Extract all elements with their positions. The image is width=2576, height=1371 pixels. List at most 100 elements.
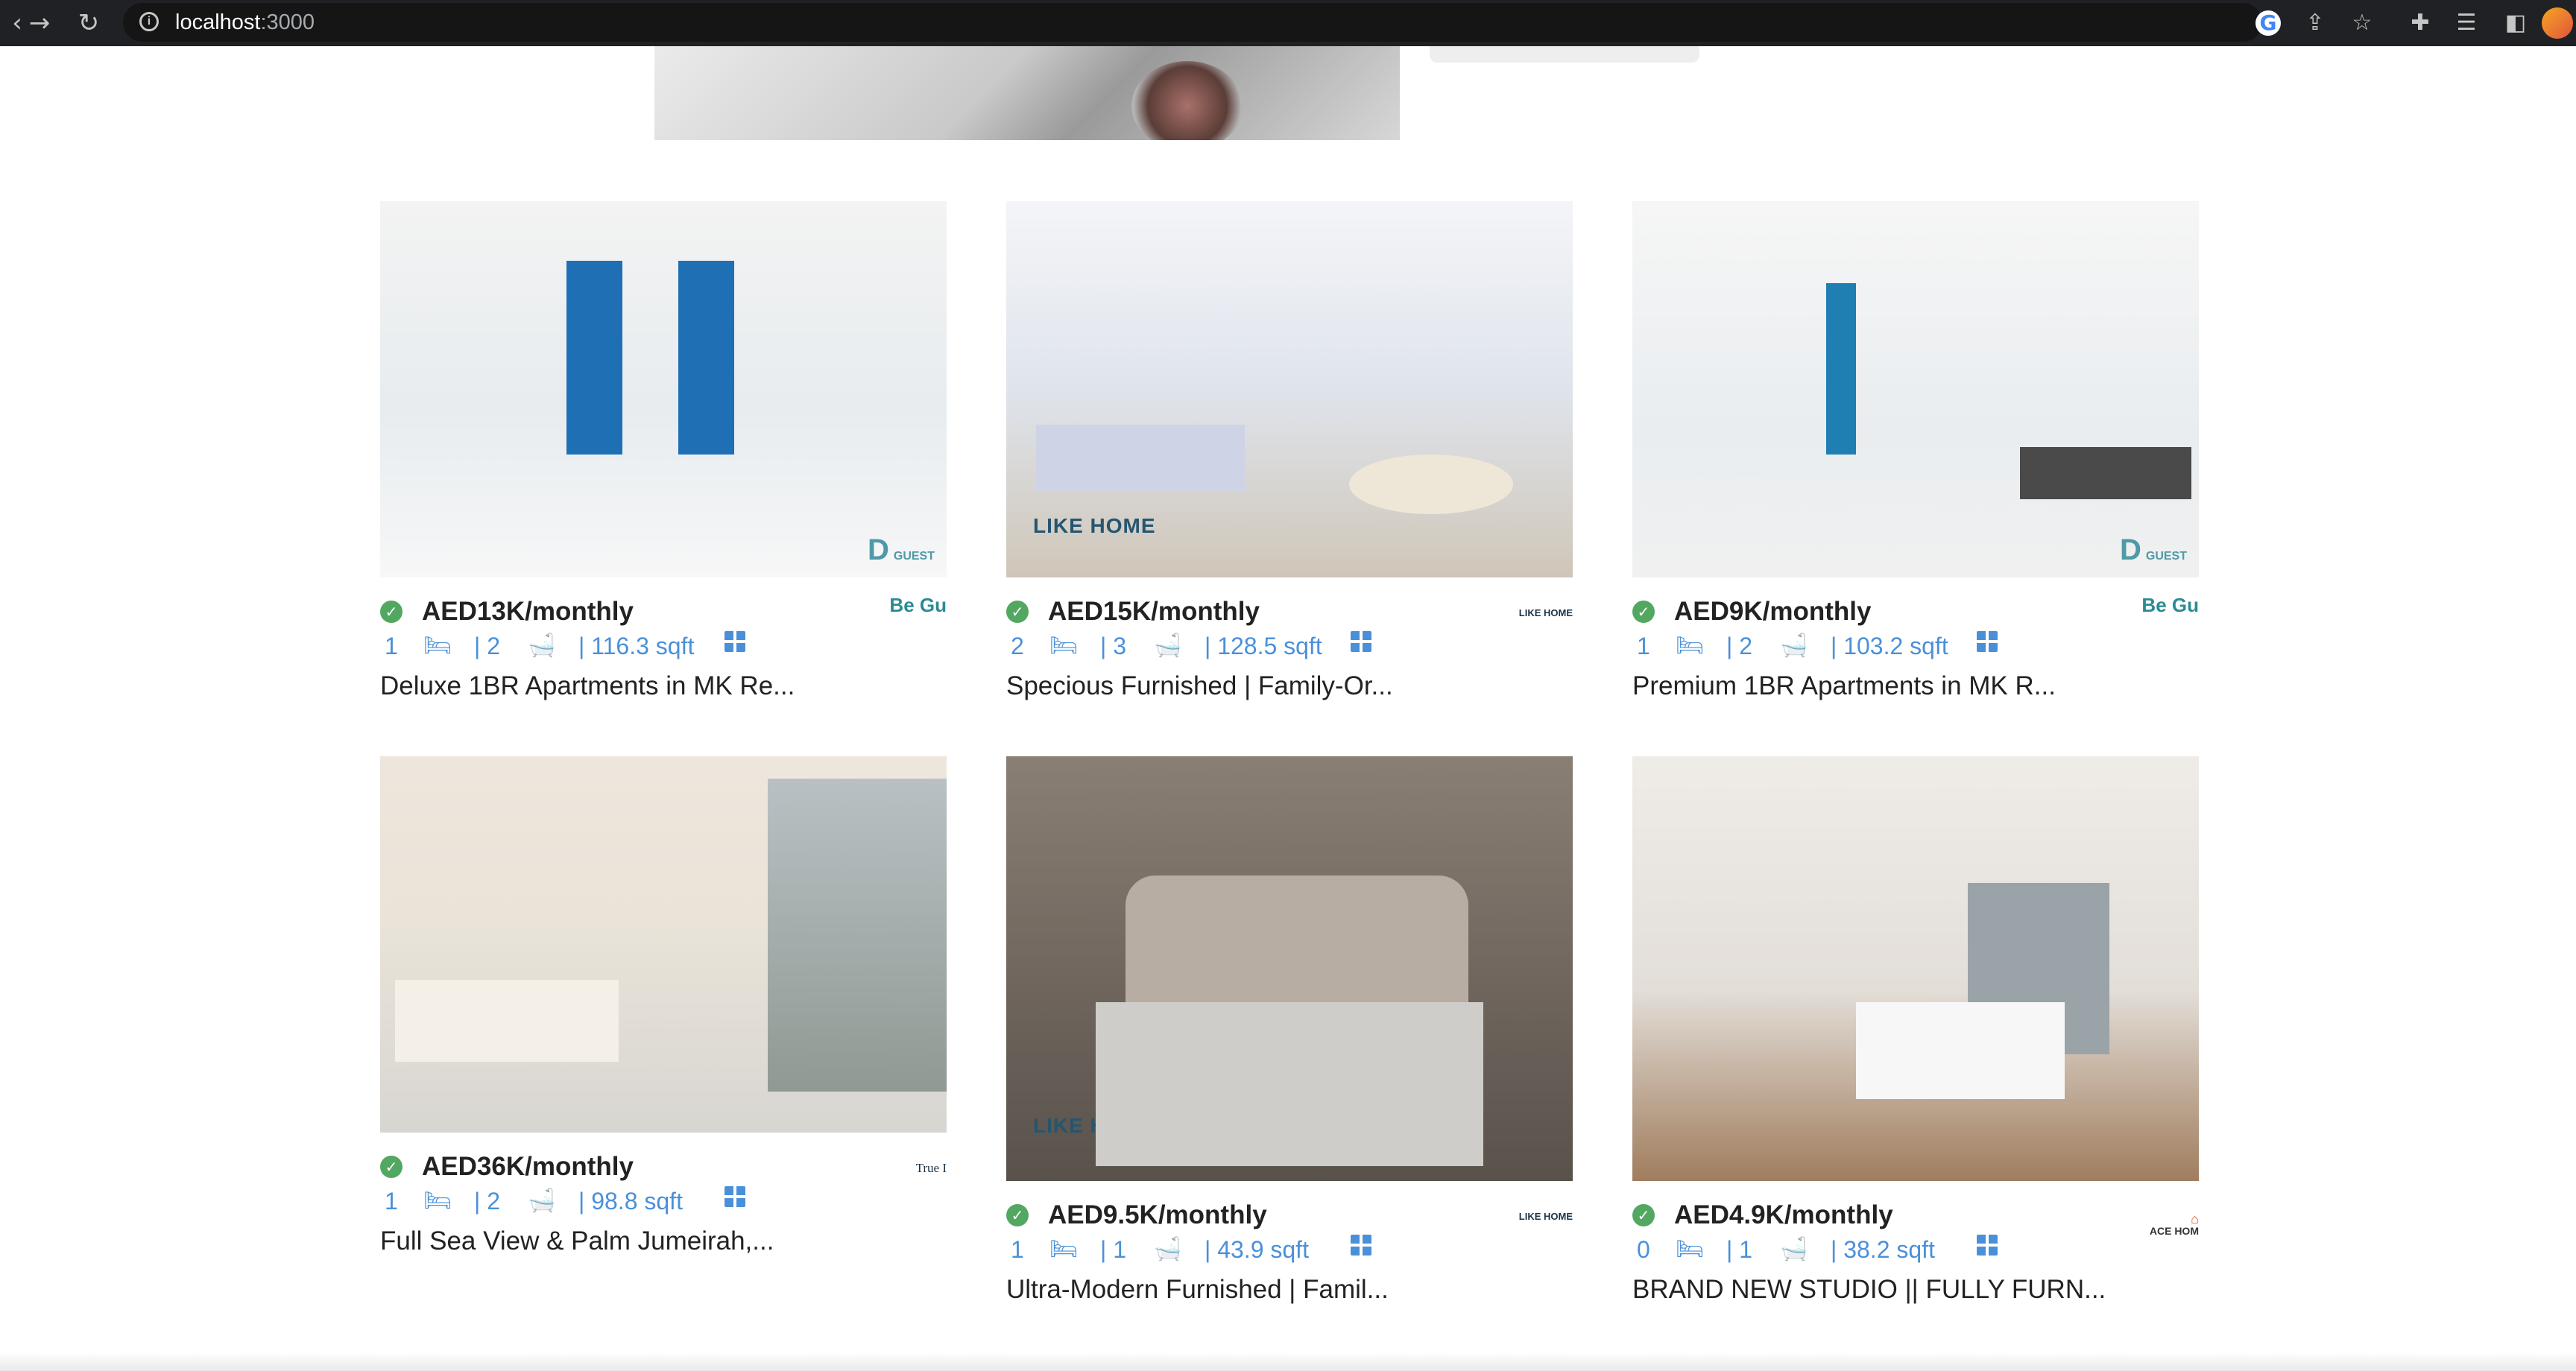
listing-specs: 1 🛏 | 2 🛁 | 116.3 sqft xyxy=(380,627,947,667)
page-bottom-shadow xyxy=(0,1352,2576,1371)
site-info-icon[interactable]: i xyxy=(139,12,159,31)
listing-card[interactable]: ✓ AED36K/monthly True I 1 🛏 | 2 🛁 | 98.8… xyxy=(380,756,947,1256)
bath-count: | 2 xyxy=(474,1188,500,1215)
listing-photo[interactable]: LIKE HOME xyxy=(1006,201,1573,577)
bath-icon: 🛁 xyxy=(528,633,556,659)
bath-count: | 2 xyxy=(474,633,500,659)
listing-specs: 1 🛏 | 1 🛁 | 43.9 sqft xyxy=(1006,1230,1573,1270)
bath-icon: 🛁 xyxy=(1780,633,1808,659)
listing-title[interactable]: BRAND NEW STUDIO || FULLY FURN... xyxy=(1632,1275,2199,1305)
listing-specs: 1 🛏 | 2 🛁 | 98.8 sqft xyxy=(380,1182,947,1222)
listing-title[interactable]: Premium 1BR Apartments in MK R... xyxy=(1632,671,2199,701)
listing-photo[interactable]: D GUEST xyxy=(1632,201,2199,577)
agency-logo: LIKE HOME xyxy=(1518,1211,1573,1222)
address-bar[interactable]: i localhost:3000 xyxy=(123,3,2262,42)
listing-photo[interactable]: D GUEST xyxy=(380,201,947,577)
bath-icon: 🛁 xyxy=(528,1188,556,1214)
listing-title[interactable]: Full Sea View & Palm Jumeirah,... xyxy=(380,1226,947,1256)
listing-price: AED9.5K/monthly xyxy=(1048,1200,1267,1229)
floorplan-grid-icon xyxy=(724,1186,745,1207)
floorplan-grid-icon xyxy=(1977,631,1998,652)
bath-icon: 🛁 xyxy=(1154,1236,1182,1262)
share-icon[interactable]: ⇪ xyxy=(2301,9,2329,37)
listing-photo[interactable]: LIKE HOME xyxy=(1006,756,1573,1181)
listing-price: AED15K/monthly xyxy=(1048,597,1260,626)
listing-card[interactable]: D GUEST ✓ AED9K/monthly Be Gu 1 🛏 | 2 🛁 |… xyxy=(1632,201,2199,701)
floorplan-grid-icon xyxy=(1977,1235,1998,1256)
listing-photo[interactable] xyxy=(380,756,947,1133)
bath-count: | 1 xyxy=(1100,1236,1126,1263)
star-icon[interactable]: ☆ xyxy=(2348,9,2376,37)
listing-title[interactable]: Specious Furnished | Family-Or... xyxy=(1006,671,1573,701)
area-size: | 38.2 sqft xyxy=(1831,1236,1935,1263)
listing-price: AED13K/monthly xyxy=(422,597,634,626)
listing-specs: 2 🛏 | 3 🛁 | 128.5 sqft xyxy=(1006,627,1573,667)
featured-info-chip xyxy=(1430,46,1699,63)
home-roof-icon: ⌂ xyxy=(2191,1212,2199,1226)
featured-listing-photo[interactable] xyxy=(654,46,1400,140)
floorplan-grid-icon xyxy=(1351,631,1371,652)
agency-logo: Be Gu xyxy=(889,595,947,616)
side-panel-icon[interactable]: ◧ xyxy=(2501,9,2530,37)
listing-price: AED36K/monthly xyxy=(422,1152,634,1181)
listing-card[interactable]: LIKE HOME ✓ AED9.5K/monthly LIKE HOME 1 … xyxy=(1006,756,1573,1305)
reload-icon[interactable]: ↻ xyxy=(72,6,106,40)
area-size: | 103.2 sqft xyxy=(1831,633,1948,659)
floorplan-grid-icon xyxy=(1351,1235,1371,1256)
listing-specs: 1 🛏 | 2 🛁 | 103.2 sqft xyxy=(1632,627,2199,667)
google-icon[interactable]: G xyxy=(2255,10,2281,36)
area-size: | 43.9 sqft xyxy=(1205,1236,1309,1263)
verified-check-icon: ✓ xyxy=(380,601,402,623)
bed-icon: 🛏 xyxy=(1676,1236,1705,1262)
agency-watermark: D GUEST xyxy=(867,533,935,566)
bed-count: 0 xyxy=(1637,1236,1650,1263)
bed-icon: 🛏 xyxy=(1676,633,1705,659)
verified-check-icon: ✓ xyxy=(1632,1204,1655,1226)
url-host: localhost xyxy=(175,10,261,34)
url-text: localhost:3000 xyxy=(175,10,315,34)
bath-icon: 🛁 xyxy=(1154,633,1182,659)
listing-price: AED9K/monthly xyxy=(1674,597,1872,626)
bed-count: 1 xyxy=(1011,1236,1024,1263)
area-size: | 98.8 sqft xyxy=(578,1188,683,1215)
extensions-icon[interactable]: ✚ xyxy=(2406,9,2434,37)
bed-icon: 🛏 xyxy=(1049,633,1079,659)
bed-count: 1 xyxy=(385,633,398,659)
area-size: | 128.5 sqft xyxy=(1205,633,1322,659)
floorplan-grid-icon xyxy=(724,631,745,652)
verified-check-icon: ✓ xyxy=(1632,601,1655,623)
agency-logo: Be Gu xyxy=(2141,595,2199,616)
listing-card[interactable]: LIKE HOME ✓ AED15K/monthly LIKE HOME 2 🛏… xyxy=(1006,201,1573,701)
forward-arrow-icon[interactable]: → xyxy=(22,6,57,40)
url-port: :3000 xyxy=(260,10,315,34)
listing-card[interactable]: D GUEST ✓ AED13K/monthly Be Gu 1 🛏 | 2 🛁 … xyxy=(380,201,947,701)
listing-title[interactable]: Deluxe 1BR Apartments in MK Re... xyxy=(380,671,947,701)
agency-watermark: D GUEST xyxy=(2119,533,2187,566)
bath-count: | 2 xyxy=(1726,633,1752,659)
verified-check-icon: ✓ xyxy=(1006,1204,1029,1226)
agency-watermark: LIKE HOME xyxy=(1033,514,1156,537)
agency-logo: LIKE HOME xyxy=(1518,607,1573,618)
verified-check-icon: ✓ xyxy=(1006,601,1029,623)
bath-count: | 1 xyxy=(1726,1236,1752,1263)
browser-toolbar: ‹ → ↻ i localhost:3000 G ⇪ ☆ ✚ ☰ ◧ xyxy=(0,0,2576,46)
profile-avatar[interactable] xyxy=(2542,7,2573,39)
bath-count: | 3 xyxy=(1100,633,1126,659)
bed-count: 1 xyxy=(1637,633,1650,659)
bed-icon: 🛏 xyxy=(1049,1236,1079,1262)
verified-check-icon: ✓ xyxy=(380,1156,402,1178)
listing-specs: 0 🛏 | 1 🛁 | 38.2 sqft xyxy=(1632,1230,2199,1270)
agency-watermark: LIKE HOME xyxy=(1033,1114,1156,1137)
bed-count: 2 xyxy=(1011,633,1024,659)
listing-price: AED4.9K/monthly xyxy=(1674,1200,1893,1229)
listing-title[interactable]: Ultra-Modern Furnished | Famil... xyxy=(1006,1275,1573,1305)
reading-list-icon[interactable]: ☰ xyxy=(2452,9,2481,37)
bed-icon: 🛏 xyxy=(423,633,452,659)
area-size: | 116.3 sqft xyxy=(578,633,695,659)
bed-icon: 🛏 xyxy=(423,1188,452,1214)
bath-icon: 🛁 xyxy=(1780,1236,1808,1262)
listing-photo[interactable] xyxy=(1632,756,2199,1181)
agency-logo: True I xyxy=(915,1161,947,1175)
bed-count: 1 xyxy=(385,1188,398,1215)
listing-card[interactable]: ✓ AED4.9K/monthly ⌂ ACE HOM 0 🛏 | 1 🛁 | 3… xyxy=(1632,756,2199,1305)
